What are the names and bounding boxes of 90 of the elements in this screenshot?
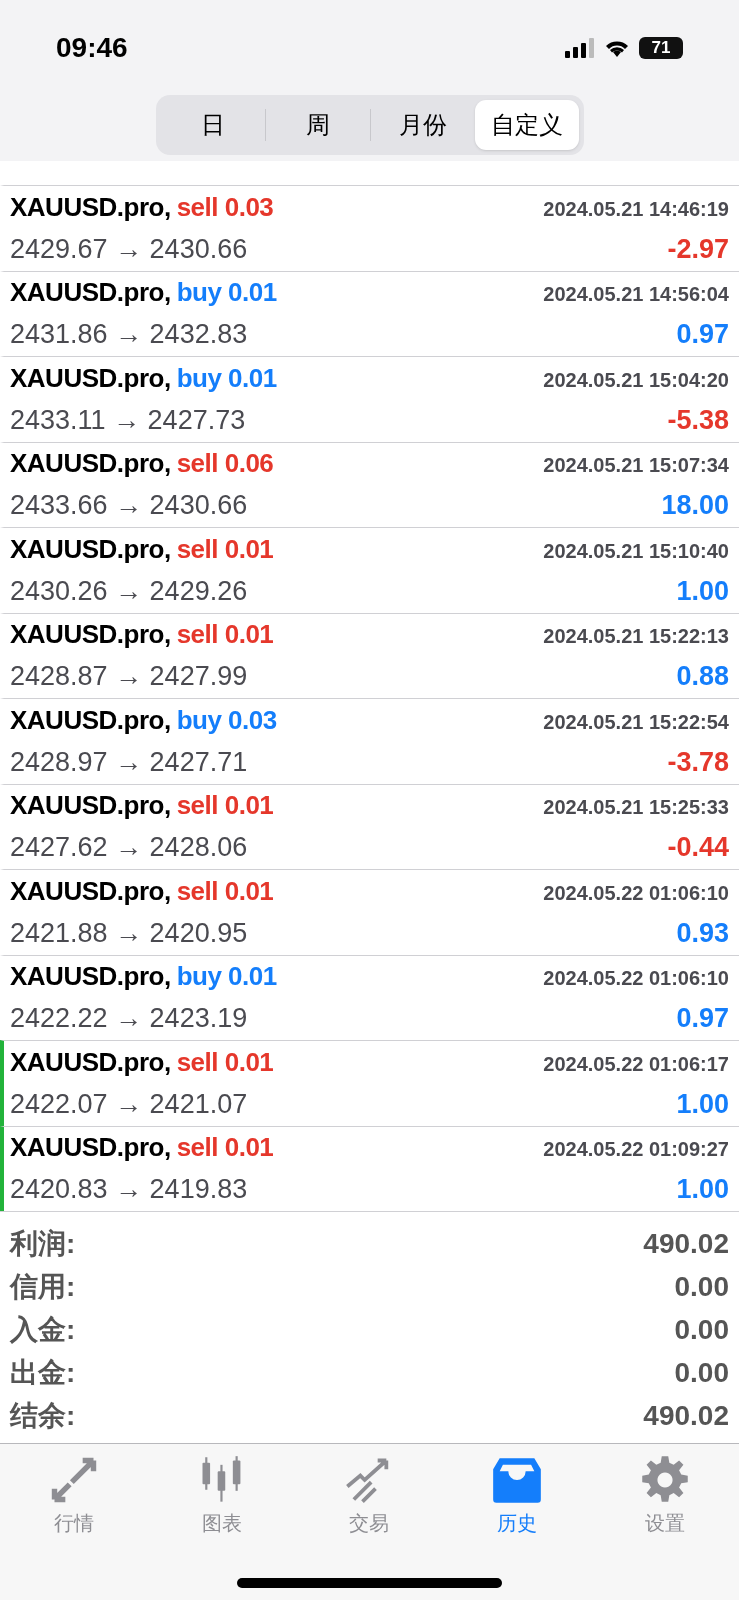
order-side-text: buy 0.01 xyxy=(176,960,277,993)
period-tab[interactable]: 自定义 xyxy=(474,100,579,150)
price-text: 2433.66 → 2430.66 xyxy=(10,489,248,522)
symbol-text: XAUUSD.pro, xyxy=(10,703,171,737)
order-side-text: sell 0.01 xyxy=(176,532,274,566)
status-time: 09:46 xyxy=(56,30,128,65)
symbol-text: XAUUSD.pro, xyxy=(10,960,171,993)
profit-text: 0.93 xyxy=(676,916,729,950)
profit-text: -2.97 xyxy=(667,232,729,266)
summary-label: 结余: xyxy=(10,1398,76,1433)
deal-row[interactable]: XAUUSD.pro, buy 0.01 2024.05.22 01:06:10 2422.22 → 2423.19 0.97 xyxy=(0,954,739,1040)
price-text: 2428.87 → 2427.99 xyxy=(10,660,248,693)
deal-time: 2024.05.22 01:06:10 xyxy=(543,880,729,906)
deal-row[interactable]: XAUUSD.pro, sell 0.03 2024.05.21 14:46:19 2429.67 → 2430.66 -2.97 xyxy=(0,185,739,271)
deal-row[interactable]: XAUUSD.pro, sell 0.06 2024.05.21 15:07:34 2433.66 → 2430.66 18.00 xyxy=(0,441,739,527)
order-side-text: buy 0.01 xyxy=(176,361,277,395)
summary-value: 490.02 xyxy=(643,1398,729,1433)
symbol-text: XAUUSD.pro, xyxy=(10,276,171,309)
price-text: 2421.88 → 2420.95 xyxy=(10,916,248,950)
deal-row[interactable]: XAUUSD.pro, buy 0.01 2024.05.21 15:04:20 2433.11 → 2427.73 -5.38 xyxy=(0,356,739,442)
order-side-text: sell 0.06 xyxy=(176,447,274,480)
order-side-text: sell 0.01 xyxy=(176,874,274,908)
profit-text: -0.44 xyxy=(667,831,729,864)
symbol-text: XAUUSD.pro, xyxy=(10,532,171,566)
profit-text: 1.00 xyxy=(676,1087,729,1121)
symbol-text: XAUUSD.pro, xyxy=(10,361,171,395)
order-side-text: buy 0.03 xyxy=(176,703,277,737)
deal-time: 2024.05.21 14:56:04 xyxy=(543,282,729,307)
profit-text: -3.78 xyxy=(667,745,729,779)
deal-time: 2024.05.22 01:06:17 xyxy=(543,1051,729,1077)
deal-row[interactable]: XAUUSD.pro, buy 0.01 2024.05.21 14:56:04 2431.86 → 2432.83 0.97 xyxy=(0,270,739,356)
price-text: 2427.62 → 2428.06 xyxy=(10,831,248,864)
profit-text: 0.88 xyxy=(676,660,729,693)
deal-time: 2024.05.21 15:07:34 xyxy=(543,453,729,478)
profit-text: 0.97 xyxy=(676,1002,729,1035)
deal-row[interactable]: XAUUSD.pro, sell 0.01 2024.05.22 01:06:17 2422.07 → 2421.07 1.00 xyxy=(0,1040,739,1126)
profit-text: 18.00 xyxy=(661,489,729,522)
deal-time: 2024.05.21 15:25:33 xyxy=(543,795,729,820)
summary-label: 利润: xyxy=(10,1226,76,1261)
deal-row[interactable]: XAUUSD.pro, sell 0.01 2024.05.21 15:25:33 2427.62 → 2428.06 -0.44 xyxy=(0,783,739,869)
symbol-text: XAUUSD.pro, xyxy=(10,874,171,908)
deal-row[interactable]: XAUUSD.pro, buy 0.03 2024.05.21 15:22:54 2428.97 → 2427.71 -3.78 xyxy=(0,698,739,784)
price-text: 2431.86 → 2432.83 xyxy=(10,318,248,351)
price-text: 2433.11 → 2427.73 xyxy=(10,403,246,437)
price-text: 2430.26 → 2429.26 xyxy=(10,574,248,608)
summary-label: 入金: xyxy=(10,1312,76,1347)
symbol-text: XAUUSD.pro, xyxy=(10,447,171,480)
price-text: 2429.67 → 2430.66 xyxy=(10,232,248,266)
period-tab[interactable]: 日 xyxy=(160,100,265,150)
deal-row[interactable]: XAUUSD.pro, sell 0.01 2024.05.22 01:09:27 2420.83 → 2419.83 1.00 xyxy=(0,1125,739,1211)
symbol-text: XAUUSD.pro, xyxy=(10,618,171,651)
symbol-text: XAUUSD.pro, xyxy=(10,190,171,224)
order-side-text: sell 0.01 xyxy=(176,789,274,822)
summary-label: 出金: xyxy=(10,1355,76,1390)
deal-row[interactable]: XAUUSD.pro, sell 0.01 2024.05.21 15:22:13 2428.87 → 2427.99 0.88 xyxy=(0,612,739,698)
order-side-text: sell 0.01 xyxy=(176,1131,274,1164)
deal-time: 2024.05.21 15:04:20 xyxy=(543,367,729,393)
summary-value: 0.00 xyxy=(674,1312,729,1347)
bottom-tab[interactable]: 历史 xyxy=(462,1454,573,1538)
signal-icon xyxy=(565,37,595,58)
price-text: 2428.97 → 2427.71 xyxy=(10,745,248,779)
deal-time: 2024.05.21 15:10:40 xyxy=(543,538,729,564)
summary-value: 490.02 xyxy=(643,1226,729,1261)
symbol-text: XAUUSD.pro, xyxy=(10,789,171,822)
order-side-text: sell 0.01 xyxy=(176,618,274,651)
price-text: 2422.07 → 2421.07 xyxy=(10,1087,248,1121)
summary-value: 0.00 xyxy=(674,1269,729,1304)
deal-time: 2024.05.21 14:46:19 xyxy=(543,196,729,222)
symbol-text: XAUUSD.pro, xyxy=(10,1045,171,1079)
period-tab[interactable]: 月份 xyxy=(370,100,475,150)
price-text: 2420.83 → 2419.83 xyxy=(10,1173,248,1206)
profit-text: 1.00 xyxy=(676,1173,729,1206)
deal-row[interactable]: XAUUSD.pro, sell 0.01 2024.05.21 15:10:40 2430.26 → 2429.26 1.00 xyxy=(0,527,739,613)
profit-text: -5.38 xyxy=(667,403,729,437)
order-side-text: buy 0.01 xyxy=(176,276,277,309)
deal-row[interactable]: XAUUSD.pro, sell 0.01 2024.05.22 01:06:10 2421.88 → 2420.95 0.93 xyxy=(0,869,739,955)
deal-time: 2024.05.21 15:22:13 xyxy=(543,624,729,649)
battery-indicator: 71 xyxy=(639,36,683,59)
profit-text: 1.00 xyxy=(676,574,729,608)
period-tab[interactable]: 周 xyxy=(265,100,370,150)
summary-value: 0.00 xyxy=(674,1355,729,1390)
price-text: 2422.22 → 2423.19 xyxy=(10,1002,248,1035)
profit-text: 0.97 xyxy=(676,318,729,351)
deal-time: 2024.05.22 01:06:10 xyxy=(543,966,729,991)
deal-time: 2024.05.21 15:22:54 xyxy=(543,709,729,735)
summary-label: 信用: xyxy=(10,1269,76,1304)
order-side-text: sell 0.01 xyxy=(176,1045,274,1079)
symbol-text: XAUUSD.pro, xyxy=(10,1131,171,1164)
deal-time: 2024.05.22 01:09:27 xyxy=(543,1137,729,1162)
order-side-text: sell 0.03 xyxy=(176,190,274,224)
